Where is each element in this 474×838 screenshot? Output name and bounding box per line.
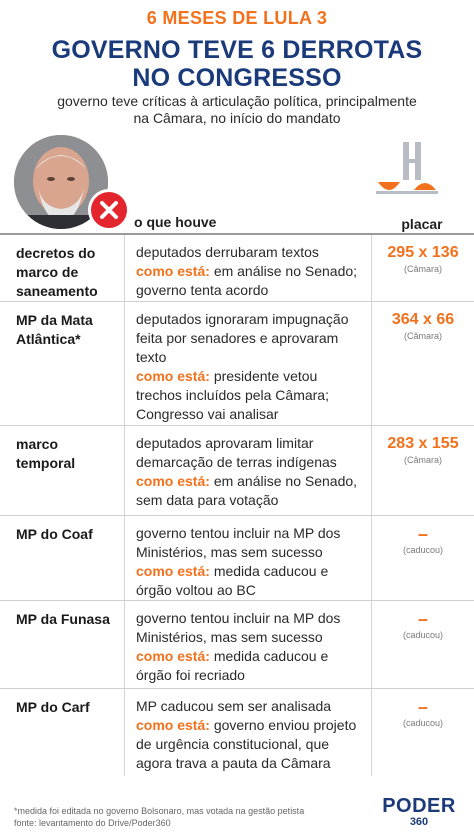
subtitle-line-1: governo teve críticas à articulação polí…: [57, 93, 417, 109]
row-score: – (caducou): [402, 609, 444, 640]
status-label: como está:: [136, 263, 210, 279]
row-description: deputados aprovaram limitar demarcação d…: [124, 426, 372, 515]
page-title-line-2: NO CONGRESSO: [132, 64, 342, 92]
congress-icon: [376, 140, 438, 202]
column-header-score: placar: [401, 216, 443, 232]
page-title-line-1: GOVERNO TEVE 6 DERROTAS: [51, 36, 423, 64]
row-score: 283 x 155 (Câmara): [387, 435, 459, 465]
row-description: governo tentou incluir na MP dos Ministé…: [124, 516, 372, 600]
row-description: deputados ignoraram impugnação feita por…: [124, 302, 372, 425]
source-note: fonte: levantamento do Drive/Poder360: [14, 818, 171, 828]
row-score: 295 x 136 (Câmara): [387, 244, 459, 274]
row-name: MP da Mata Atlântica*: [16, 312, 93, 347]
close-icon: [88, 189, 130, 231]
status-label: como está:: [136, 717, 210, 733]
column-header-what: o que houve: [134, 214, 217, 230]
status-label: como está:: [136, 368, 210, 384]
row-name: MP da Funasa: [16, 611, 110, 627]
table-row: decretos do marco de saneamento deputado…: [0, 235, 474, 302]
row-score: 364 x 66 (Câmara): [391, 311, 455, 341]
table-row: MP do Carf MP caducou sem ser analisada …: [0, 689, 474, 776]
status-label: como está:: [136, 648, 210, 664]
table-row: MP da Mata Atlântica* deputados ignorara…: [0, 302, 474, 426]
footnote: *medida foi editada no governo Bolsonaro…: [14, 806, 305, 816]
row-name: decretos do marco de saneamento: [16, 245, 98, 299]
status-label: como está:: [136, 473, 210, 489]
row-description: governo tentou incluir na MP dos Ministé…: [124, 601, 372, 688]
subtitle-line-2: na Câmara, no início do mandato: [133, 110, 341, 126]
row-score: – (caducou): [402, 524, 444, 555]
table-row: MP da Funasa governo tentou incluir na M…: [0, 601, 474, 689]
table-row: marco temporal deputados aprovaram limit…: [0, 426, 474, 516]
kicker: 6 MESES DE LULA 3: [146, 8, 328, 28]
row-score: – (caducou): [402, 697, 444, 728]
row-name: MP do Carf: [16, 699, 90, 715]
table-row: MP do Coaf governo tentou incluir na MP …: [0, 516, 474, 601]
row-description: MP caducou sem ser analisada como está: …: [124, 689, 372, 776]
row-name: marco temporal: [16, 436, 76, 471]
poder360-logo: PODER 360: [382, 795, 456, 828]
row-name: MP do Coaf: [16, 526, 93, 542]
row-description: deputados derrubaram textos como está: e…: [124, 235, 372, 301]
status-label: como está:: [136, 563, 210, 579]
